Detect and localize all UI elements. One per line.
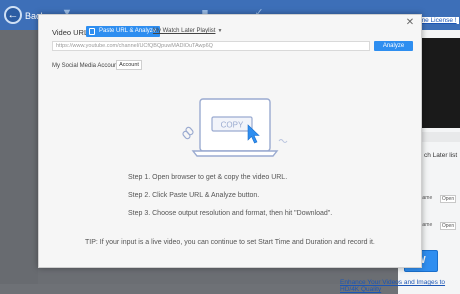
video-url-label: Video URL: bbox=[52, 28, 91, 37]
close-icon[interactable]: ✕ bbox=[405, 18, 415, 28]
account-button[interactable]: Account bbox=[116, 60, 142, 70]
video-url-input[interactable] bbox=[52, 41, 370, 51]
squiggle-icon bbox=[278, 139, 288, 143]
step-1-text: Step 1. Open browser to get & copy the v… bbox=[128, 174, 288, 181]
watch-later-tab-label: My Watch Later Playlist bbox=[153, 28, 216, 34]
step-2-text: Step 2. Click Paste URL & Analyze button… bbox=[128, 192, 260, 199]
open-button[interactable]: Open bbox=[440, 195, 456, 203]
copy-label: COPY bbox=[221, 121, 244, 130]
tip-text: TIP: If your input is a live video, you … bbox=[85, 239, 375, 246]
watch-later-list-label: ch Later list bbox=[424, 152, 458, 159]
enhance-quality-link[interactable]: Enhance Your Videos and Images to HD/4K … bbox=[340, 279, 460, 293]
back-arrow-icon[interactable]: ← bbox=[4, 6, 22, 24]
analyze-button[interactable]: Analyze bbox=[374, 41, 413, 51]
open-button[interactable]: Open bbox=[440, 222, 456, 230]
link-icon bbox=[182, 126, 194, 140]
step-3-text: Step 3. Choose output resolution and for… bbox=[128, 210, 333, 217]
watch-later-playlist-tab[interactable]: My Watch Later Playlist ▼ bbox=[153, 28, 222, 34]
copy-url-illustration: COPY bbox=[182, 98, 288, 157]
clipboard-icon bbox=[89, 28, 95, 35]
social-media-account-label: My Social Media Account bbox=[52, 63, 120, 69]
paste-button-label: Paste URL & Analyze bbox=[99, 28, 157, 34]
bottom-bar bbox=[0, 284, 398, 294]
left-panel bbox=[0, 30, 38, 294]
paste-url-analyze-button[interactable]: Paste URL & Analyze bbox=[86, 26, 161, 37]
paste-url-dialog: ✕ Video URL: Paste URL & Analyze My Watc… bbox=[38, 14, 422, 268]
video-preview bbox=[422, 38, 460, 128]
chevron-down-icon: ▼ bbox=[217, 28, 223, 34]
laptop-base bbox=[191, 150, 279, 157]
